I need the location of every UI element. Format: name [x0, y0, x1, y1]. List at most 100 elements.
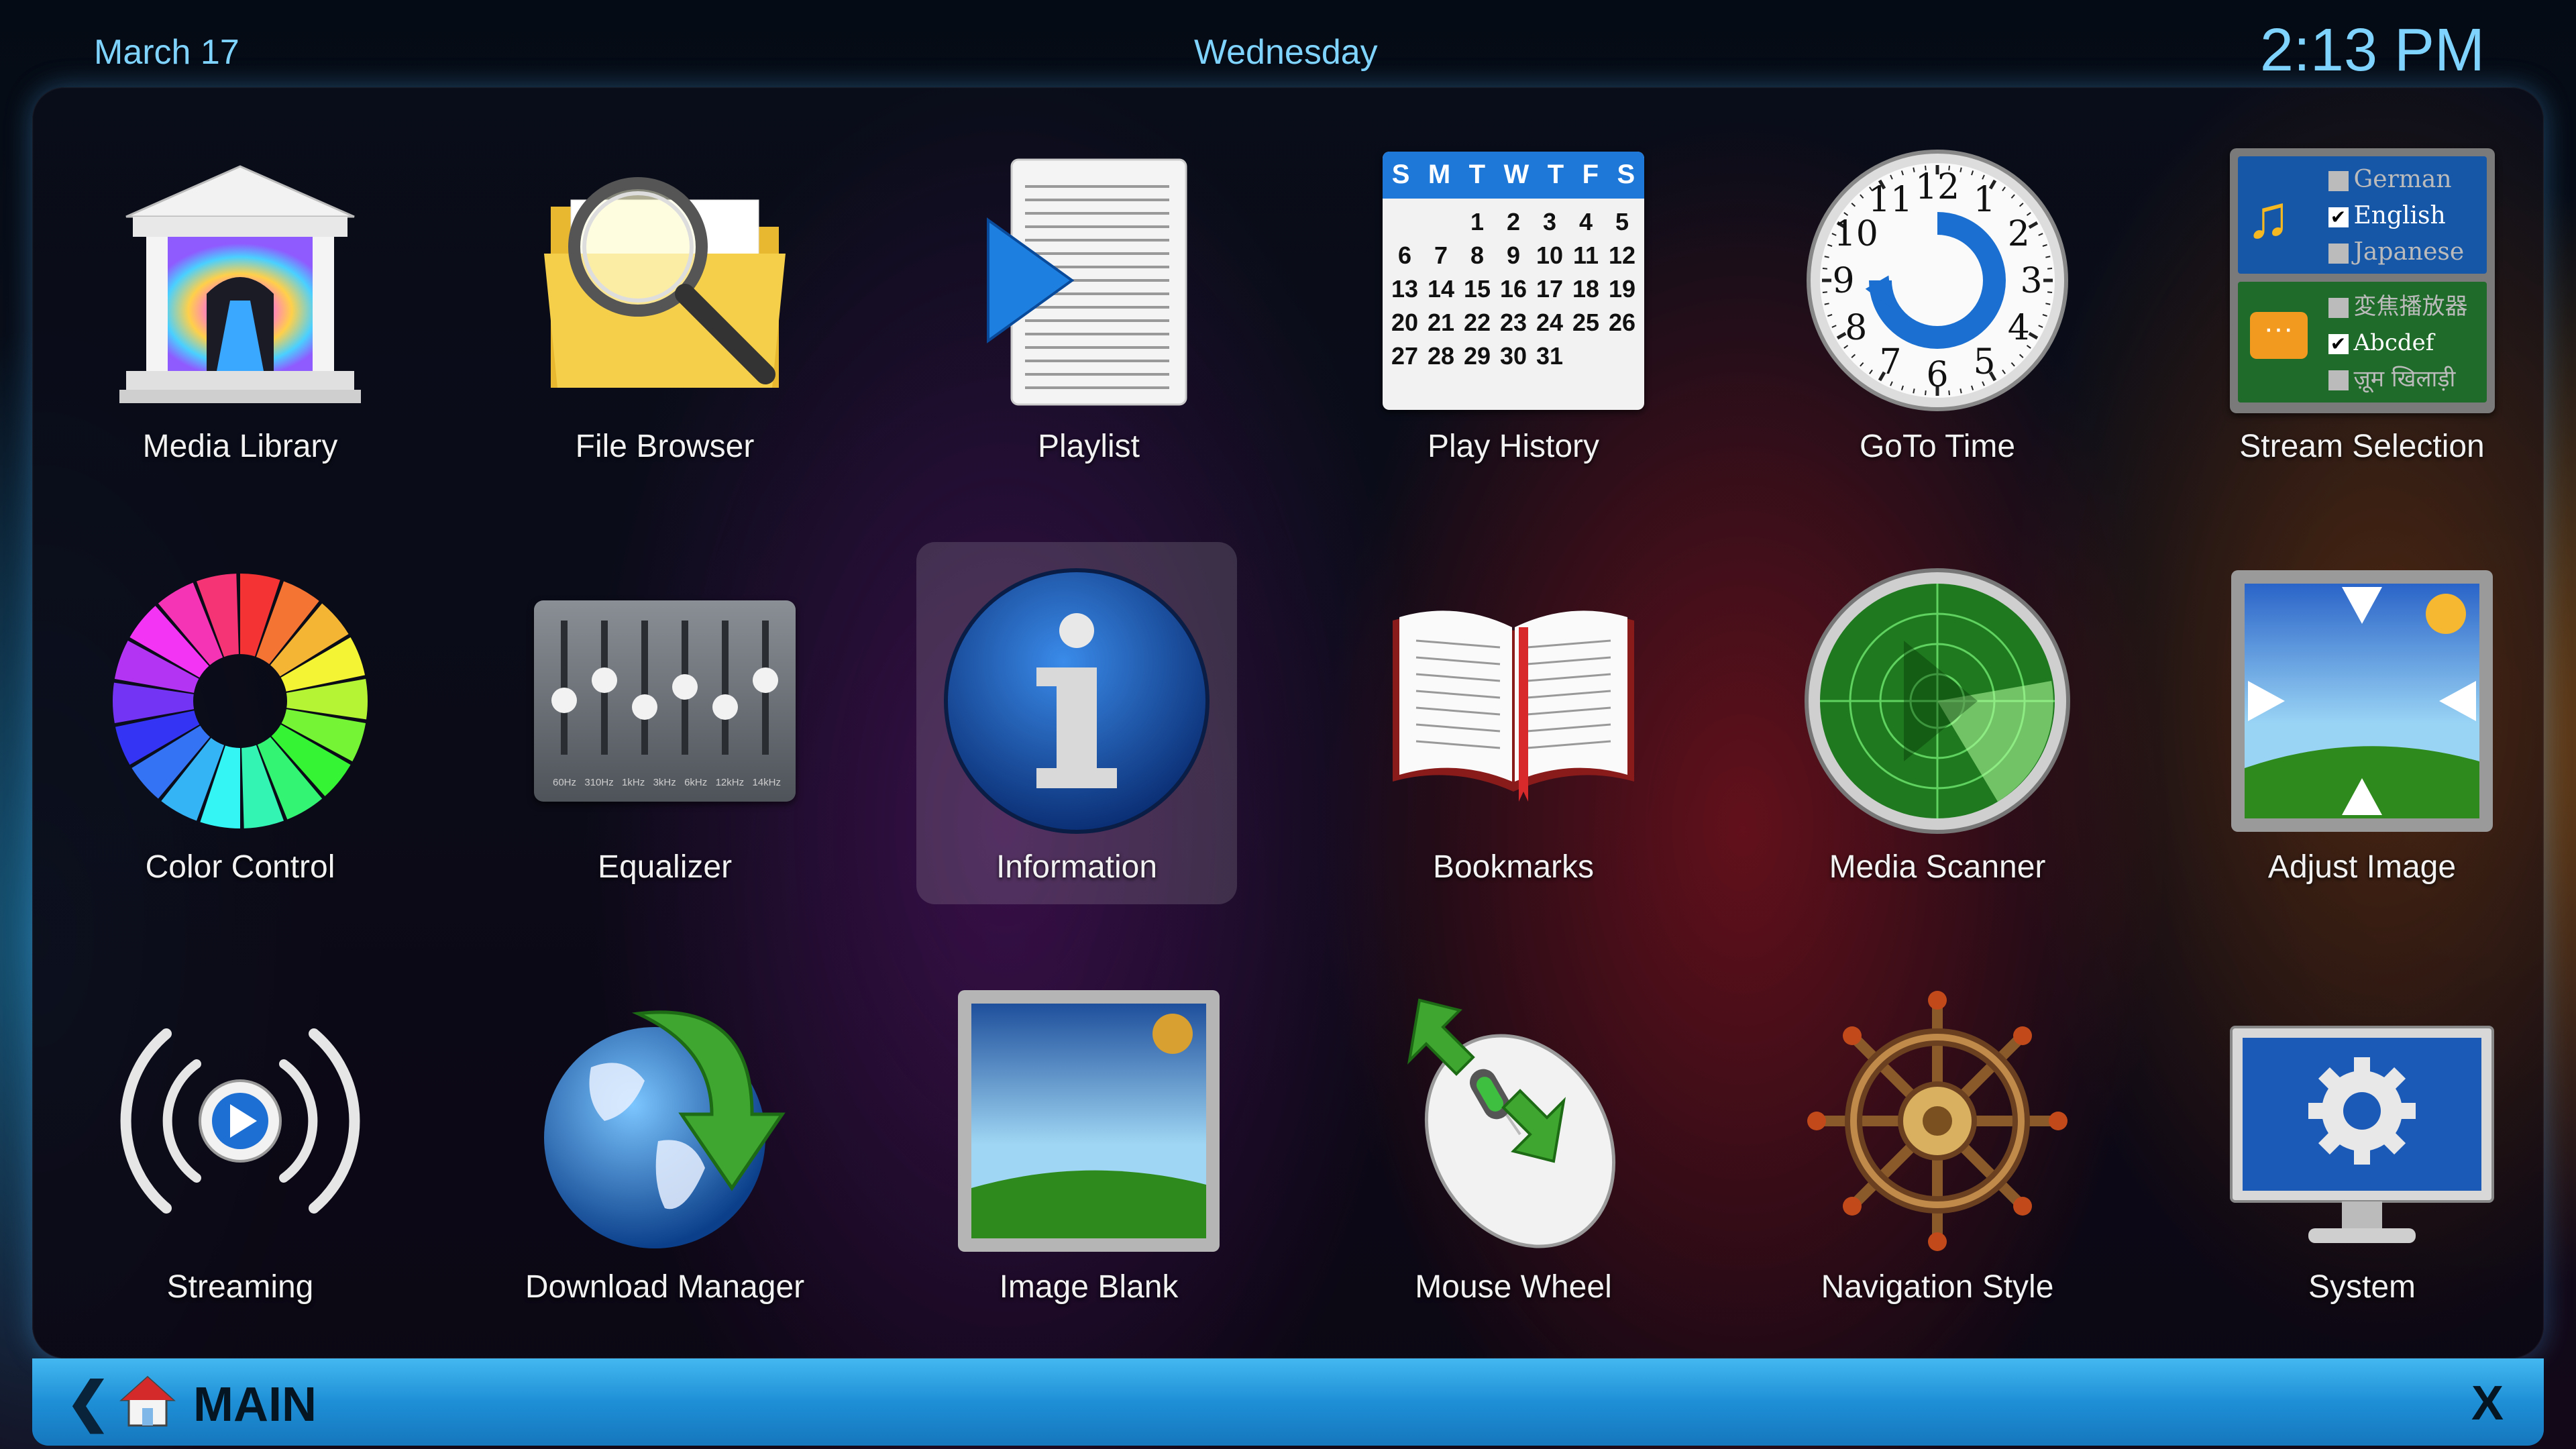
clock-numeral: 3: [2020, 261, 2042, 301]
tile-label: Color Control: [145, 849, 335, 885]
open-book-icon: [1379, 567, 1648, 835]
tile-label: Image Blank: [999, 1269, 1179, 1305]
calendar-day: 14: [1427, 274, 1455, 303]
clock-time: 2:13 PM: [2259, 17, 2485, 84]
tile-label: Playlist: [1037, 429, 1140, 464]
close-button[interactable]: X: [2471, 1376, 2504, 1431]
weekday-label: M: [1428, 160, 1451, 189]
tile-information[interactable]: Information: [916, 542, 1237, 904]
tile-label: Stream Selection: [2239, 429, 2485, 464]
clock-numeral: 9: [1832, 261, 1854, 301]
clock-numeral: 1: [1973, 180, 1995, 220]
tile-image-blank[interactable]: Image Blank: [928, 981, 1250, 1344]
tile-adjust-image[interactable]: Adjust Image: [2201, 561, 2523, 924]
radar-icon: [1803, 567, 2072, 835]
calendar-day: 10: [1536, 241, 1564, 269]
calendar-day: 5: [1615, 207, 1629, 235]
weekday-label: S: [1617, 160, 1635, 189]
back-button[interactable]: ❮: [66, 1371, 111, 1433]
calendar-day: 19: [1608, 274, 1636, 303]
tile-media-library[interactable]: Media Library: [79, 141, 401, 503]
status-bar: March 17 Wednesday 2:13 PM: [0, 0, 2576, 87]
calendar-day: 26: [1608, 308, 1636, 336]
subtitle-option[interactable]: ज़ूम खिलाड़ी: [2328, 361, 2468, 397]
calendar-day: 13: [1391, 274, 1419, 303]
clock-numeral: 7: [1879, 342, 1901, 382]
calendar-day: 2: [1506, 207, 1521, 235]
globe-download-icon: [531, 987, 799, 1255]
temple-icon: [106, 146, 374, 415]
calendar-day: 11: [1572, 241, 1599, 269]
calendar-day: 27: [1391, 341, 1419, 370]
calendar-day: 31: [1536, 341, 1564, 370]
calendar-day: 8: [1470, 241, 1485, 269]
tile-color-control[interactable]: Color Control: [79, 561, 401, 924]
weekday-label: W: [1503, 160, 1529, 189]
tile-equalizer[interactable]: 60Hz 310Hz 1kHz 3kHz 6kHz 12kHz 14kHz Equalize…: [504, 561, 826, 924]
tile-stream-selection[interactable]: ♫ German ✔ English Japanese ··· 変焦播放器 ✔ Ab…: [2201, 141, 2523, 503]
calendar-day: 21: [1427, 308, 1455, 336]
tile-label: Equalizer: [597, 849, 733, 885]
tile-label: Media Scanner: [1829, 849, 2046, 885]
tile-navigation-style[interactable]: Navigation Style: [1776, 981, 2098, 1344]
clock-numeral: 4: [2008, 308, 2030, 348]
tile-label: Streaming: [166, 1269, 314, 1305]
calendar-day: 22: [1463, 308, 1491, 336]
calendar-day: 30: [1499, 341, 1527, 370]
calendar-day: 20: [1391, 308, 1419, 336]
mouse-icon: [1379, 987, 1648, 1255]
audio-option[interactable]: ✔ English: [2328, 198, 2465, 234]
calendar-day: 24: [1536, 308, 1564, 336]
calendar-day: 15: [1463, 274, 1491, 303]
main-menu-panel: Media Library File Browser Playlist S M …: [32, 87, 2544, 1358]
calendar-day: [1423, 208, 1459, 236]
tile-play-history[interactable]: S M T W T F S 1 2 3 4 5 6 7 8 9 10 11 12 13 14 15 16 17 1…: [1352, 141, 1674, 503]
tile-goto-time[interactable]: 12 1 2 3 4 5 6 7 8 9 10 11 GoTo Time: [1776, 141, 2098, 503]
home-icon[interactable]: [119, 1373, 176, 1430]
weekday-label: T: [1468, 160, 1486, 189]
clock-numeral: 12: [1915, 167, 1960, 207]
subtitle-option[interactable]: ✔ Abcdef: [2328, 325, 2468, 361]
calendar-day: [1604, 342, 1640, 370]
speech-bubble-icon: ···: [2249, 311, 2308, 359]
clock-icon: 12 1 2 3 4 5 6 7 8 9 10 11: [1803, 146, 2072, 415]
monitor-gear-icon: [2228, 987, 2496, 1255]
calendar-day: 25: [1572, 308, 1600, 336]
info-icon: [943, 567, 1211, 835]
tile-label: Information: [996, 849, 1158, 885]
weekday-label: S: [1391, 160, 1410, 189]
calendar-day: 29: [1463, 341, 1491, 370]
calendar-day: 16: [1499, 274, 1527, 303]
subtitle-option[interactable]: 変焦播放器: [2328, 288, 2468, 325]
audio-option[interactable]: German: [2328, 162, 2465, 198]
clock-numeral: 11: [1868, 180, 1913, 220]
language-selection-icon: ♫ German ✔ English Japanese ··· 変焦播放器 ✔ Ab…: [2228, 146, 2496, 415]
calendar-day: 18: [1572, 274, 1600, 303]
calendar-day: 17: [1536, 274, 1564, 303]
calendar-day: 28: [1427, 341, 1455, 370]
audio-option[interactable]: Japanese: [2328, 234, 2464, 270]
clock-numeral: 5: [1973, 342, 1995, 382]
tile-bookmarks[interactable]: Bookmarks: [1352, 561, 1674, 924]
calendar-grid: 1 2 3 4 5 6 7 8 9 10 11 12 13 14 15 16 17 18 19 20 21 22 23 24 2…: [1383, 199, 1644, 380]
calendar-day: 3: [1542, 207, 1557, 235]
tile-mouse-wheel[interactable]: Mouse Wheel: [1352, 981, 1674, 1344]
calendar-day: 23: [1499, 308, 1527, 336]
navigation-bar: ❮ MAIN X: [32, 1358, 2544, 1446]
tile-label: GoTo Time: [1859, 429, 2016, 464]
page-title: MAIN: [193, 1378, 317, 1432]
tile-label: Media Library: [142, 429, 338, 464]
weekday-label: T: [1547, 160, 1564, 189]
calendar-icon: S M T W T F S 1 2 3 4 5 6 7 8 9 10 11 12 13 14 15 16 17 1…: [1379, 146, 1648, 415]
calendar-day: 6: [1397, 241, 1412, 269]
calendar-day: [1387, 208, 1423, 236]
tile-streaming[interactable]: Streaming: [79, 981, 401, 1344]
tile-download-manager[interactable]: Download Manager: [504, 981, 826, 1344]
clock-numeral: 10: [1834, 214, 1878, 254]
tile-playlist[interactable]: Playlist: [928, 141, 1250, 503]
tile-file-browser[interactable]: File Browser: [504, 141, 826, 503]
color-wheel-icon: [106, 567, 374, 835]
tile-media-scanner[interactable]: Media Scanner: [1776, 561, 2098, 924]
tile-system[interactable]: System: [2201, 981, 2523, 1344]
weekday-label: F: [1582, 160, 1599, 189]
